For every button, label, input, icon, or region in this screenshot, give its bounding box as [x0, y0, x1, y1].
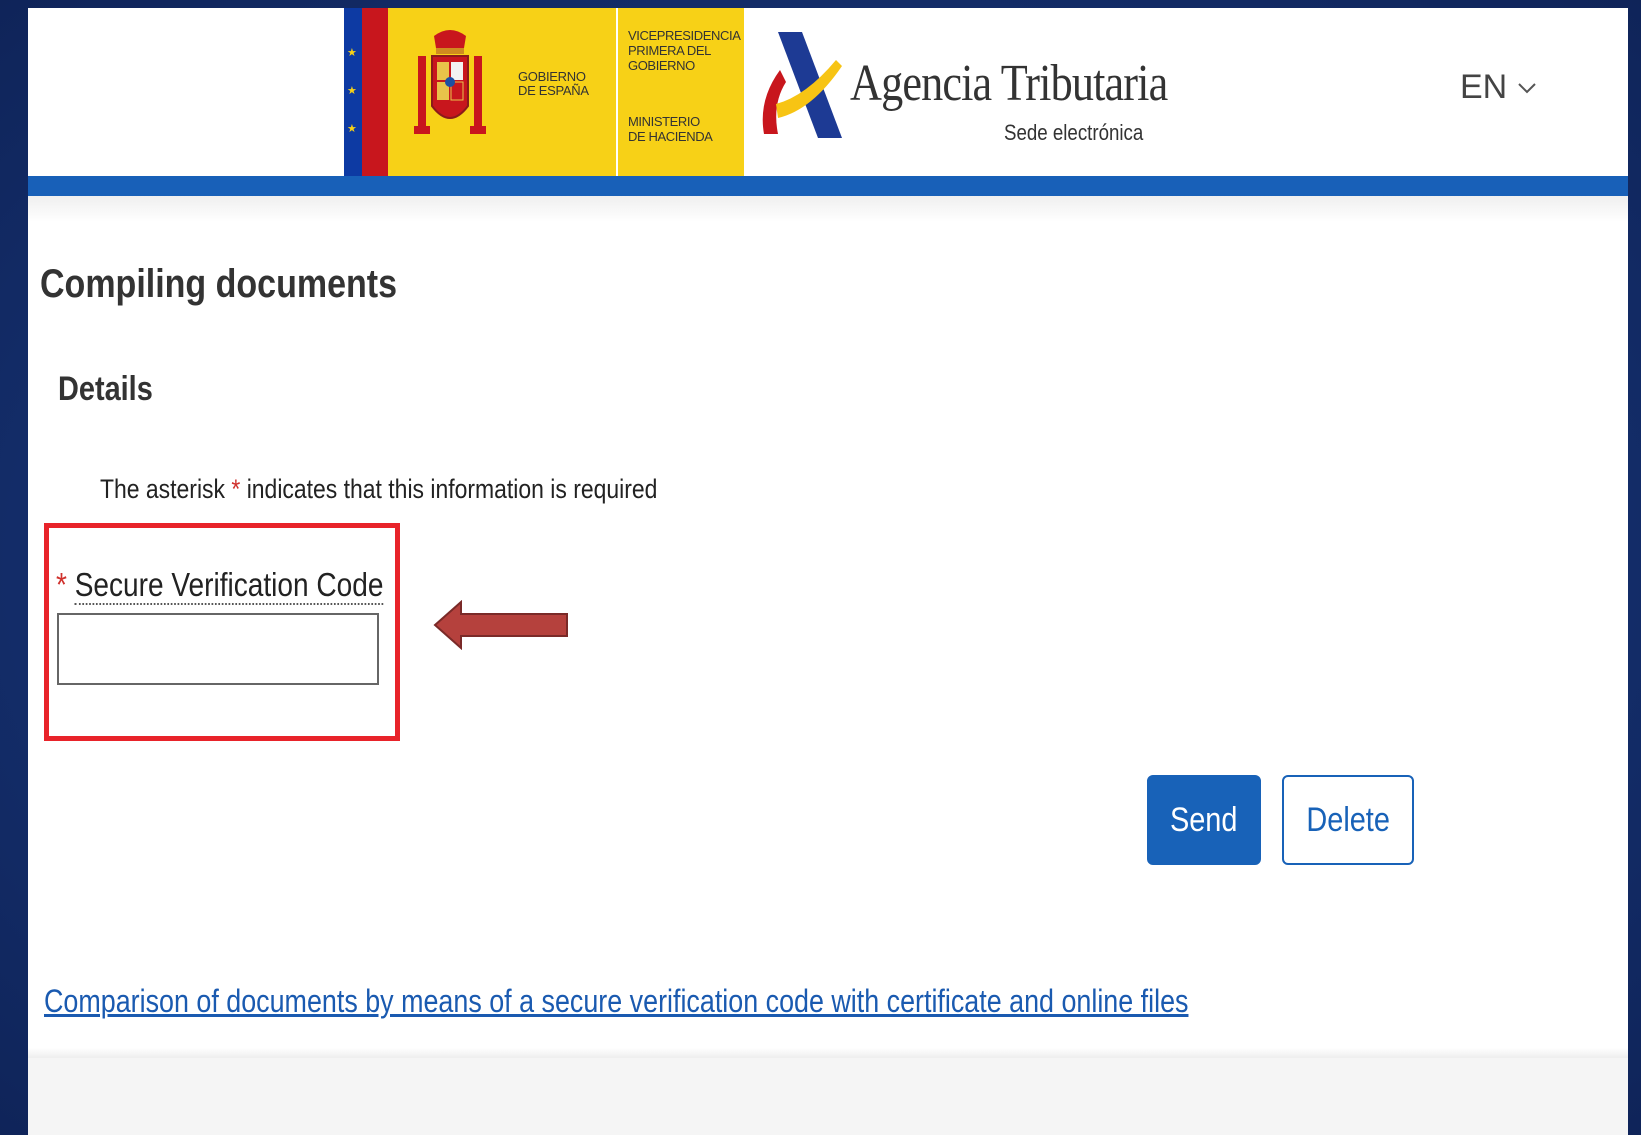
page-title: Compiling documents: [40, 262, 397, 306]
comparison-documents-link[interactable]: Comparison of documents by means of a se…: [44, 983, 1188, 1020]
agencia-tributaria-logo-icon[interactable]: [756, 30, 846, 140]
delete-button[interactable]: Delete: [1282, 775, 1414, 865]
required-note: The asterisk * indicates that this infor…: [100, 474, 658, 504]
eu-flag-strip: ★ ★ ★: [344, 8, 388, 176]
header-blue-bar: [28, 176, 1628, 196]
arrow-left-icon: [433, 600, 568, 650]
page: ★ ★ ★ GOBIERNO DE ESPAÑA VICEPRESIDENCIA…: [28, 8, 1628, 1135]
coat-of-arms-icon: [414, 30, 486, 134]
agency-subtitle: Sede electrónica: [1004, 120, 1144, 145]
footer: [28, 1058, 1628, 1135]
language-selector[interactable]: EN: [1460, 68, 1537, 107]
field-label: * Secure Verification Code: [56, 566, 384, 605]
required-asterisk: *: [56, 566, 67, 603]
government-text: GOBIERNO DE ESPAÑA: [518, 69, 589, 98]
government-logo[interactable]: ★ ★ ★ GOBIERNO DE ESPAÑA VICEPRESIDENCIA…: [344, 8, 744, 176]
chevron-down-icon: [1518, 82, 1536, 93]
agency-name: Agencia Tributaria: [850, 55, 1168, 112]
secure-verification-code-input[interactable]: [57, 613, 379, 685]
language-label: EN: [1460, 68, 1508, 106]
section-title: Details: [58, 370, 153, 408]
secure-verification-code-label: Secure Verification Code: [74, 566, 384, 605]
send-button[interactable]: Send: [1147, 775, 1261, 865]
required-asterisk: *: [231, 474, 241, 504]
vicepresidency-text: VICEPRESIDENCIA PRIMERA DEL GOBIERNO: [628, 28, 741, 73]
ministry-text: MINISTERIO DE HACIENDA: [628, 114, 713, 144]
site-header: ★ ★ ★ GOBIERNO DE ESPAÑA VICEPRESIDENCIA…: [28, 8, 1628, 176]
